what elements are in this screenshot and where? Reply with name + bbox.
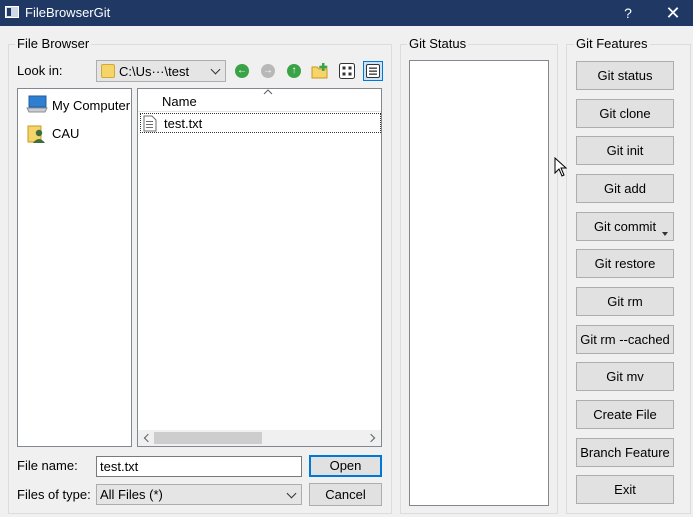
forward-button[interactable]: → [258,61,278,81]
chevron-down-icon [211,65,221,75]
git-commit-button[interactable]: Git commit [576,212,674,241]
detail-view-button[interactable] [363,61,383,81]
close-button[interactable]: ✕ [660,2,686,24]
file-name-label: File name: [17,458,78,473]
scroll-thumb[interactable] [154,432,262,444]
window-title: FileBrowserGit [25,5,111,20]
list-view-button[interactable] [337,61,357,81]
git-add-button[interactable]: Git add [576,174,674,203]
open-button[interactable]: Open [309,455,382,477]
file-name-input[interactable]: test.txt [96,456,302,477]
arrow-up-icon: ↑ [287,64,301,78]
git-status-button[interactable]: Git status [576,61,674,90]
new-folder-button[interactable] [310,61,330,81]
sort-ascending-icon [263,89,273,95]
branch-feature-button[interactable]: Branch Feature [576,438,674,467]
sidebar-item-my-computer[interactable]: My Computer [24,95,130,117]
sidebar-item-cau[interactable]: CAU [24,123,130,145]
exit-button[interactable]: Exit [576,475,674,504]
column-header-name[interactable]: Name [138,89,381,112]
git-init-button[interactable]: Git init [576,136,674,165]
list-view-icon [339,63,355,79]
sidebar-item-label: CAU [52,126,80,141]
git-commit-label: Git commit [593,219,657,234]
dropdown-indicator-icon [662,232,668,236]
git-features-title: Git Features [574,36,650,51]
look-in-value: C:\Us···\test [119,64,190,79]
app-icon [5,6,19,18]
git-status-title: Git Status [407,36,469,51]
file-browser-title: File Browser [15,36,92,51]
sidebar-panel: My Computer CAU [17,88,132,447]
git-restore-button[interactable]: Git restore [576,249,674,278]
create-file-button[interactable]: Create File [576,400,674,429]
scroll-right-icon[interactable] [368,434,376,442]
user-folder-icon [27,125,45,143]
git-rm-cached-button[interactable]: Git rm --cached [576,325,674,354]
files-of-type-value: All Files (*) [100,487,163,502]
git-rm-button[interactable]: Git rm [576,287,674,316]
files-of-type-label: Files of type: [17,487,91,502]
text-file-icon [143,115,157,132]
back-button[interactable]: ← [232,61,252,81]
column-header-label: Name [162,94,197,109]
sidebar-item-label: My Computer [52,98,131,113]
folder-icon [101,64,115,78]
git-status-output [409,60,549,506]
file-list-panel: Name test.txt [137,88,382,447]
arrow-right-icon: → [261,64,275,78]
scroll-left-icon[interactable] [143,434,151,442]
look-in-label: Look in: [17,63,63,78]
parent-directory-button[interactable]: ↑ [284,61,304,81]
arrow-left-icon: ← [235,64,249,78]
file-name: test.txt [164,116,203,131]
computer-icon [26,95,48,113]
chevron-down-icon [287,489,297,499]
help-button[interactable]: ? [618,3,638,23]
files-of-type-combo[interactable]: All Files (*) [96,484,302,505]
cancel-button[interactable]: Cancel [309,483,382,506]
title-bar: FileBrowserGit ? ✕ [0,0,693,26]
mouse-cursor-icon [554,157,568,177]
file-row[interactable]: test.txt [140,113,381,133]
git-mv-button[interactable]: Git mv [576,362,674,391]
git-clone-button[interactable]: Git clone [576,99,674,128]
look-in-combo[interactable]: C:\Us···\test [96,60,226,82]
detail-view-icon [366,64,380,78]
horizontal-scrollbar[interactable] [138,430,381,446]
new-folder-icon [311,63,328,79]
